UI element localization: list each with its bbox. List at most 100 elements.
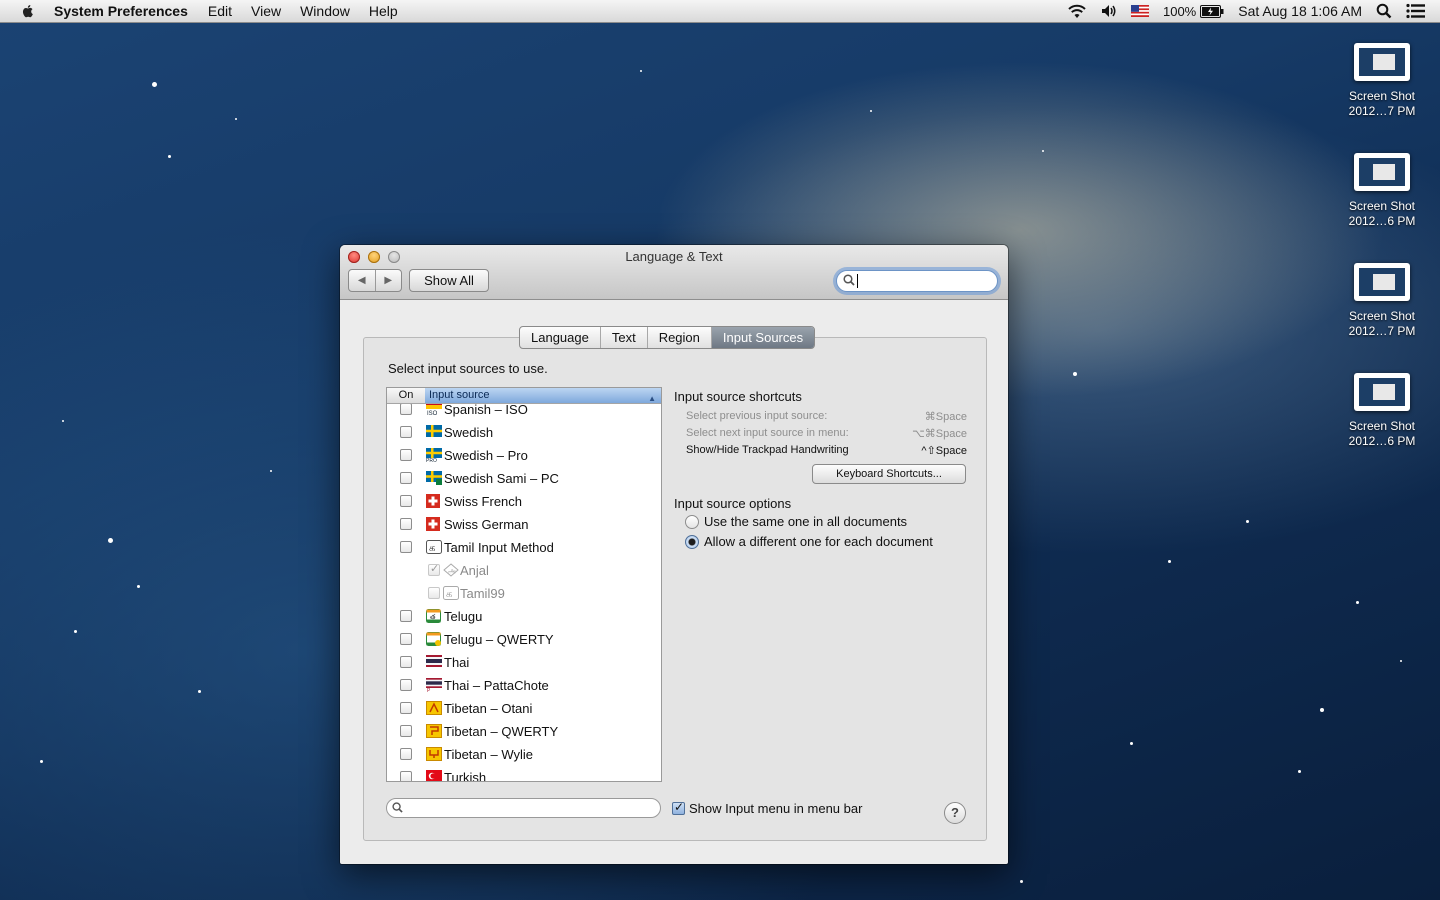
sort-ascending-icon: ▲ — [648, 394, 656, 403]
list-item[interactable]: Swiss German — [387, 513, 661, 536]
list-item[interactable]: Turkish — [387, 766, 661, 781]
enable-checkbox[interactable] — [400, 426, 412, 438]
tab-language[interactable]: Language — [520, 327, 601, 348]
list-item[interactable]: Swedish — [387, 421, 661, 444]
enable-checkbox[interactable] — [400, 472, 412, 484]
column-header-on[interactable]: On — [387, 388, 426, 403]
list-item[interactable]: Thai — [387, 651, 661, 674]
star — [1073, 372, 1077, 376]
enable-checkbox[interactable] — [400, 702, 412, 714]
help-button[interactable]: ? — [944, 802, 966, 824]
shortcut-keys: ^⇧Space — [921, 445, 967, 457]
menu-window[interactable]: Window — [300, 3, 350, 19]
menu-extras: 100% Sat Aug 18 1:06 AM — [1067, 0, 1440, 22]
desktop-file-screenshot[interactable]: Screen Shot 2012…7 PM — [1337, 263, 1427, 339]
file-name-line1: Screen Shot — [1348, 309, 1416, 323]
notification-center-icon[interactable] — [1406, 3, 1426, 19]
apple-menu-icon[interactable] — [20, 3, 36, 19]
enable-checkbox[interactable] — [428, 562, 440, 576]
list-item-label: Thai – PattaChote — [444, 678, 549, 693]
shortcut-trackpad-handwriting: Show/Hide Trackpad Handwriting ^⇧Space — [686, 444, 967, 457]
star — [1042, 150, 1044, 152]
menu-edit[interactable]: Edit — [208, 3, 232, 19]
show-all-button[interactable]: Show All — [409, 269, 489, 292]
battery-icon[interactable] — [1200, 4, 1224, 18]
list-item[interactable]: PRO Swedish – Pro — [387, 444, 661, 467]
list-item-label: Telugu — [444, 609, 483, 624]
file-name-line2: 2012…7 PM — [1348, 324, 1416, 338]
desktop-file-screenshot[interactable]: Screen Shot 2012…6 PM — [1337, 153, 1427, 229]
show-input-menu-checkbox[interactable] — [672, 800, 685, 815]
input-source-filter-input[interactable] — [386, 798, 661, 818]
volume-icon[interactable] — [1101, 4, 1117, 18]
us-flag-input-menu-icon[interactable] — [1130, 5, 1149, 17]
enable-checkbox[interactable] — [400, 518, 412, 530]
enable-checkbox[interactable] — [400, 541, 412, 553]
desktop-file-screenshot[interactable]: Screen Shot 2012…6 PM — [1337, 373, 1427, 449]
radio-label-different-each-document[interactable]: Allow a different one for each document — [704, 534, 933, 549]
enable-checkbox[interactable] — [400, 679, 412, 691]
radio-same-all-documents[interactable] — [685, 515, 699, 529]
list-item-label: Spanish – ISO — [444, 402, 528, 417]
list-item[interactable]: Swedish Sami – PC — [387, 467, 661, 490]
star — [1168, 560, 1171, 563]
input-source-list[interactable]: ISO Spanish – ISO Swedish PRO Swedish – Pro S… — [386, 387, 662, 782]
list-item-label: Tibetan – Otani — [444, 701, 533, 716]
back-arrow-icon[interactable]: ◀ — [349, 270, 376, 291]
column-header-input-source[interactable]: Input source ▲ — [425, 388, 661, 403]
enable-checkbox[interactable] — [400, 610, 412, 622]
list-item[interactable]: త Telugu — [387, 605, 661, 628]
list-item[interactable]: க Tamil99 — [387, 582, 661, 605]
list-header: On Input source ▲ — [387, 388, 661, 404]
enable-checkbox[interactable] — [400, 449, 412, 461]
preferences-search-input[interactable] — [836, 270, 998, 292]
list-item[interactable]: அ Anjal — [387, 559, 661, 582]
input-sources-prompt: Select input sources to use. — [388, 361, 548, 376]
battery-percent[interactable]: 100% — [1163, 4, 1196, 19]
anjal-icon: அ — [443, 563, 459, 577]
list-item[interactable]: Telugu – QWERTY — [387, 628, 661, 651]
thai-flag-pattachote-icon: P — [426, 678, 442, 694]
forward-arrow-icon[interactable]: ▶ — [376, 270, 402, 291]
enable-checkbox[interactable] — [400, 771, 412, 781]
star — [1400, 660, 1402, 662]
spotlight-search-icon[interactable] — [1376, 3, 1392, 19]
keyboard-shortcuts-button[interactable]: Keyboard Shortcuts... — [812, 464, 966, 484]
tab-text[interactable]: Text — [601, 327, 648, 348]
options-title: Input source options — [674, 496, 792, 511]
list-item[interactable]: Tibetan – QWERTY — [387, 720, 661, 743]
star — [137, 585, 140, 588]
enable-checkbox[interactable] — [400, 495, 412, 507]
enable-checkbox[interactable] — [400, 748, 412, 760]
enable-checkbox[interactable] — [428, 587, 440, 599]
tamil-input-icon: க — [426, 540, 442, 554]
text-caret — [857, 274, 858, 288]
enable-checkbox[interactable] — [400, 633, 412, 645]
enable-checkbox[interactable] — [400, 403, 412, 415]
desktop-file-screenshot[interactable]: Screen Shot 2012…7 PM — [1337, 43, 1427, 119]
window-toolbar: Language & Text ◀ ▶ Show All — [340, 245, 1008, 300]
tab-input-sources[interactable]: Input Sources — [711, 327, 815, 348]
thai-flag-icon — [426, 655, 442, 669]
radio-label-same-all-documents[interactable]: Use the same one in all documents — [704, 514, 907, 529]
show-input-menu-label[interactable]: Show Input menu in menu bar — [689, 801, 862, 816]
list-item[interactable]: Swiss French — [387, 490, 661, 513]
tamil99-icon: க — [443, 586, 459, 600]
menu-help[interactable]: Help — [369, 3, 398, 19]
file-name-line1: Screen Shot — [1348, 89, 1416, 103]
list-item[interactable]: க Tamil Input Method — [387, 536, 661, 559]
enable-checkbox[interactable] — [400, 656, 412, 668]
svg-text:க: க — [429, 543, 435, 554]
radio-different-each-document[interactable] — [685, 535, 699, 549]
svg-text:PRO: PRO — [426, 458, 437, 462]
list-item[interactable]: Tibetan – Wylie — [387, 743, 661, 766]
menu-app-name[interactable]: System Preferences — [54, 3, 188, 19]
list-item-label: Swiss German — [444, 517, 529, 532]
list-item[interactable]: Tibetan – Otani — [387, 697, 661, 720]
list-item[interactable]: P Thai – PattaChote — [387, 674, 661, 697]
tab-region[interactable]: Region — [648, 327, 712, 348]
clock[interactable]: Sat Aug 18 1:06 AM — [1238, 3, 1362, 19]
enable-checkbox[interactable] — [400, 725, 412, 737]
menu-view[interactable]: View — [251, 3, 281, 19]
wifi-icon[interactable] — [1067, 4, 1087, 19]
